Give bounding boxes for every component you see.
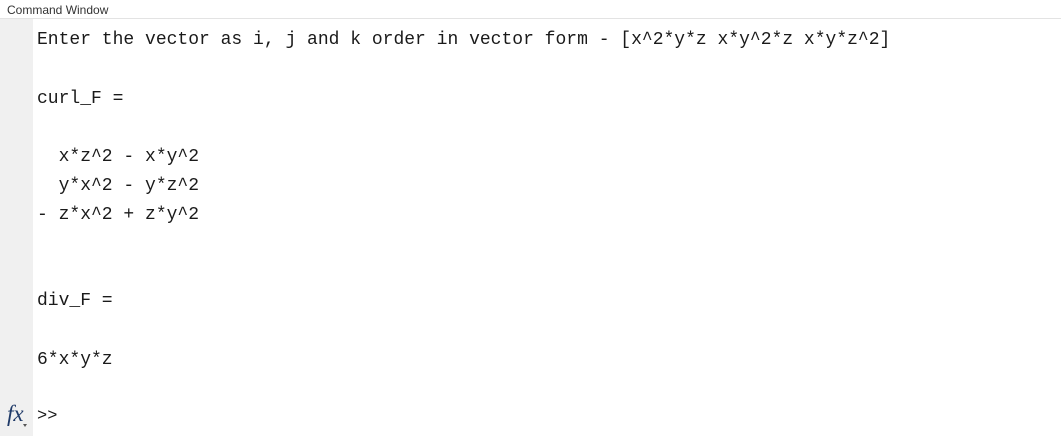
left-gutter (0, 19, 33, 436)
command-output-area[interactable]: Enter the vector as i, j and k order in … (33, 19, 1061, 436)
command-prompt[interactable]: >> (37, 407, 57, 427)
curl-row-3: - z*x^2 + z*y^2 (37, 205, 200, 225)
div-value: 6*x*y*z (37, 350, 113, 370)
title-bar[interactable]: Command Window (0, 0, 1061, 19)
curl-row-1: x*z^2 - x*y^2 (37, 147, 200, 167)
curl-label: curl_F = (37, 89, 124, 109)
input-prompt-line: Enter the vector as i, j and k order in … (37, 30, 891, 50)
fx-dropdown-caret-icon[interactable] (23, 424, 27, 427)
window-title: Command Window (7, 3, 109, 17)
div-label: div_F = (37, 291, 113, 311)
command-window: Command Window Enter the vector as i, j … (0, 0, 1061, 436)
curl-row-2: y*x^2 - y*z^2 (37, 176, 200, 196)
fx-icon[interactable]: fx (7, 401, 24, 427)
